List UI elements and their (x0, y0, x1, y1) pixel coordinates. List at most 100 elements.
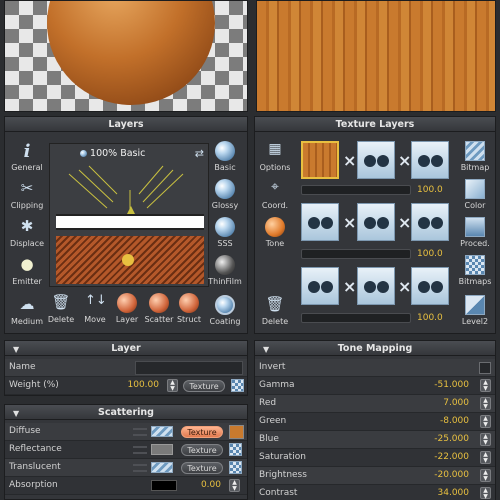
red-value[interactable]: 7.000 (443, 398, 469, 408)
layer1-weight-value[interactable]: 100.0 (417, 185, 443, 195)
sss-button[interactable]: SSS (203, 217, 247, 248)
layer3-weight-bar[interactable] (301, 313, 411, 323)
diffuse-texture-button[interactable]: Texture (181, 426, 223, 438)
diffuse-swatch[interactable] (151, 426, 173, 437)
translucent-swatch[interactable] (151, 462, 173, 473)
delete-layer-button[interactable]: 🗑 Delete (43, 293, 79, 324)
texture-slot[interactable] (411, 141, 449, 179)
coord-icon: ⌖ (271, 179, 279, 195)
thinfilm-button[interactable]: ThinFilm (203, 255, 247, 286)
glossy-button[interactable]: Glossy (203, 179, 247, 210)
reflectance-swatch[interactable] (151, 444, 173, 455)
translucent-texture-button[interactable]: Texture (181, 462, 223, 474)
diffuse-label: Diffuse (9, 426, 41, 436)
texture-slot[interactable] (411, 267, 449, 305)
color-button[interactable]: Color (453, 179, 497, 210)
grip-icon[interactable] (133, 464, 147, 472)
delete-texture-button[interactable]: 🗑 Delete (253, 295, 297, 326)
medium-label: Medium (11, 317, 43, 326)
weight-row: Weight (%) 100.00 ▲ ▼ Texture (5, 377, 247, 395)
saturation-value[interactable]: -22.000 (434, 452, 469, 462)
saturation-spinner[interactable]: ▲ ▼ (480, 451, 491, 464)
grip-icon[interactable] (133, 428, 147, 436)
contrast-spinner[interactable]: ▲ ▼ (480, 487, 491, 500)
translucent-row: Translucent Texture (5, 459, 247, 477)
texture-layers-panel: Texture Layers ▦ Options ⌖ Coord. Tone 🗑… (254, 116, 496, 334)
move-layer-button[interactable]: ↑↓ Move (77, 293, 113, 324)
thinfilm-sphere-icon (215, 255, 235, 275)
blue-spinner[interactable]: ▲ ▼ (480, 433, 491, 446)
weight-spinner[interactable]: ▲ ▼ (167, 379, 178, 392)
layer-section-header[interactable]: ▼ Layer (5, 341, 247, 356)
layer-white (56, 214, 204, 230)
weight-texture-swatch[interactable] (231, 379, 244, 392)
collapse-icon[interactable]: ▼ (13, 342, 19, 357)
green-value[interactable]: -8.000 (440, 416, 469, 426)
coating-button[interactable]: Coating (203, 295, 247, 326)
move-label: Move (84, 315, 106, 324)
weight-texture-button[interactable]: Texture (183, 380, 225, 392)
displace-button[interactable]: ✱ Displace (5, 217, 49, 248)
delete-label: Delete (47, 315, 75, 324)
absorption-spinner[interactable]: ▲ ▼ (229, 479, 240, 492)
add-layer-button[interactable]: Layer (109, 293, 145, 324)
weight-value[interactable]: 100.00 (128, 380, 160, 390)
emitter-button[interactable]: ● Emitter (5, 255, 49, 286)
glossy-sphere-icon (215, 179, 235, 199)
gamma-spinner[interactable]: ▲ ▼ (480, 379, 491, 392)
name-label: Name (9, 362, 36, 372)
translucent-texture-swatch[interactable] (229, 461, 242, 474)
diffuse-color-swatch[interactable] (229, 425, 244, 439)
options-button[interactable]: ▦ Options (253, 141, 297, 172)
reflectance-texture-button[interactable]: Texture (181, 444, 223, 456)
invert-checkbox[interactable] (479, 362, 491, 374)
coord-button[interactable]: ⌖ Coord. (253, 179, 297, 210)
texture-slot[interactable] (411, 203, 449, 241)
gamma-row: Gamma -51.000 ▲ ▼ (255, 377, 495, 395)
green-row: Green -8.000 ▲ ▼ (255, 413, 495, 431)
basic-sphere-icon (215, 141, 235, 161)
collapse-icon[interactable]: ▼ (13, 406, 19, 421)
texture-slot[interactable] (301, 267, 339, 305)
tone-button[interactable]: Tone (253, 217, 297, 248)
texture-slot[interactable] (357, 267, 395, 305)
basic-button[interactable]: Basic (203, 141, 247, 172)
scattering-header[interactable]: ▼ Scattering (5, 405, 247, 420)
clipping-button[interactable]: ✂ Clipping (5, 179, 49, 210)
layer2-weight-bar[interactable] (301, 249, 411, 259)
absorption-swatch[interactable] (151, 480, 177, 491)
wood-texture-slot[interactable] (301, 141, 339, 179)
green-spinner[interactable]: ▲ ▼ (480, 415, 491, 428)
reflectance-texture-swatch[interactable] (229, 443, 242, 456)
struct-button[interactable]: Struct (171, 293, 207, 324)
layer1-weight-bar[interactable] (301, 185, 411, 195)
collapse-icon[interactable]: ▼ (263, 342, 269, 357)
general-button[interactable]: i General (5, 141, 49, 172)
blue-value[interactable]: -25.000 (434, 434, 469, 444)
layer3-weight-value[interactable]: 100.0 (417, 313, 443, 323)
brightness-spinner[interactable]: ▲ ▼ (480, 469, 491, 482)
texture-slot[interactable] (357, 203, 395, 241)
bitmap-button[interactable]: Bitmap (453, 141, 497, 172)
texture-slot[interactable] (357, 141, 395, 179)
lightbulb-icon: ● (20, 255, 34, 273)
invert-label: Invert (259, 362, 286, 372)
tone-mapping-header[interactable]: ▼ Tone Mapping (255, 341, 495, 356)
brightness-value[interactable]: -20.000 (434, 470, 469, 480)
red-spinner[interactable]: ▲ ▼ (480, 397, 491, 410)
texture-slot[interactable] (301, 203, 339, 241)
layer2-weight-value[interactable]: 100.0 (417, 249, 443, 259)
thinfilm-label: ThinFilm (208, 277, 242, 286)
name-field[interactable] (135, 361, 243, 375)
bitmaps-button[interactable]: Bitmaps (453, 255, 497, 286)
gamma-value[interactable]: -51.000 (434, 380, 469, 390)
move-arrows-icon: ↑↓ (85, 293, 107, 308)
coord-label: Coord. (261, 201, 289, 210)
level2-button[interactable]: Level2 (453, 295, 497, 326)
sss-sphere-icon (215, 217, 235, 237)
grip-icon[interactable] (133, 446, 147, 454)
procedural-button[interactable]: Proced. (453, 217, 497, 248)
absorption-value[interactable]: 0.00 (201, 480, 221, 490)
contrast-value[interactable]: 34.000 (438, 488, 470, 498)
layer-stack-view[interactable]: 100% Basic ⇄ (49, 143, 209, 287)
